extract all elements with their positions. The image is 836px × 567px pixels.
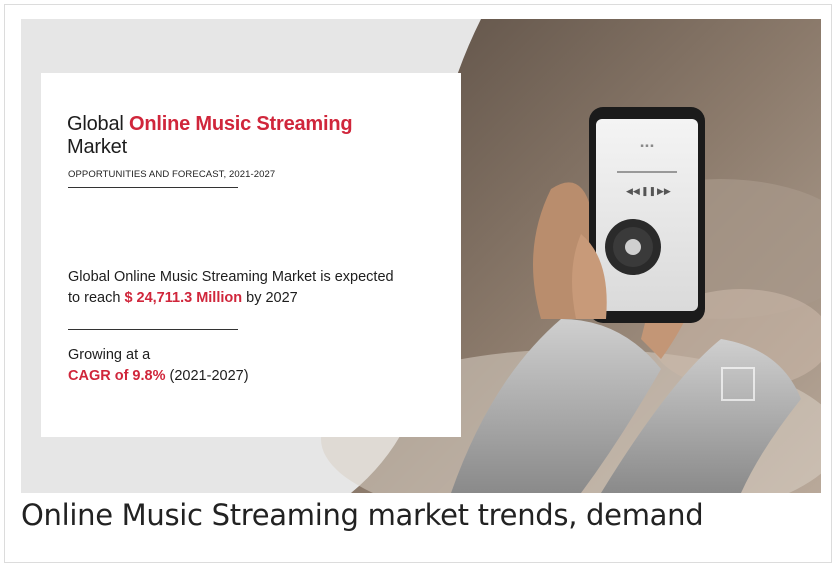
title-highlight: Online Music Streaming — [128, 113, 353, 135]
svg-text:❚❚: ❚❚ — [641, 187, 656, 197]
image-caption[interactable]: Online Music Streaming market trends, de… — [21, 498, 704, 532]
title-prefix: Global — [67, 113, 124, 135]
market-size-statement: Global Online Music Streaming Market is … — [68, 267, 398, 309]
banner-image[interactable]: ▪ ▪ ▪ ◀◀ ❚❚ ▶▶ Global Online Music Strea… — [21, 19, 821, 493]
title-suffix: Market — [67, 136, 127, 158]
growth-period: (2021-2027) — [169, 368, 249, 384]
banner-title: Global Online Music Streaming Market — [67, 113, 367, 159]
svg-text:▪ ▪ ▪: ▪ ▪ ▪ — [640, 143, 653, 149]
svg-text:▶▶: ▶▶ — [657, 187, 671, 197]
watermark-logo-icon — [721, 367, 755, 401]
infographic-panel: Global Online Music Streaming Market OPP… — [41, 73, 461, 437]
stat-value: $ 24,711.3 Million — [124, 290, 243, 306]
growth-prefix: Growing at a — [68, 347, 151, 363]
image-card: ▪ ▪ ▪ ◀◀ ❚❚ ▶▶ Global Online Music Strea… — [4, 4, 832, 563]
divider-top — [68, 187, 238, 188]
svg-text:◀◀: ◀◀ — [626, 187, 640, 197]
banner-subtitle: OPPORTUNITIES AND FORECAST, 2021-2027 — [68, 169, 276, 180]
divider-middle — [68, 329, 238, 330]
stat-text-after: by 2027 — [246, 290, 298, 306]
growth-statement: Growing at a CAGR of 9.8% (2021-2027) — [68, 345, 368, 387]
growth-value: CAGR of 9.8% — [68, 368, 166, 384]
